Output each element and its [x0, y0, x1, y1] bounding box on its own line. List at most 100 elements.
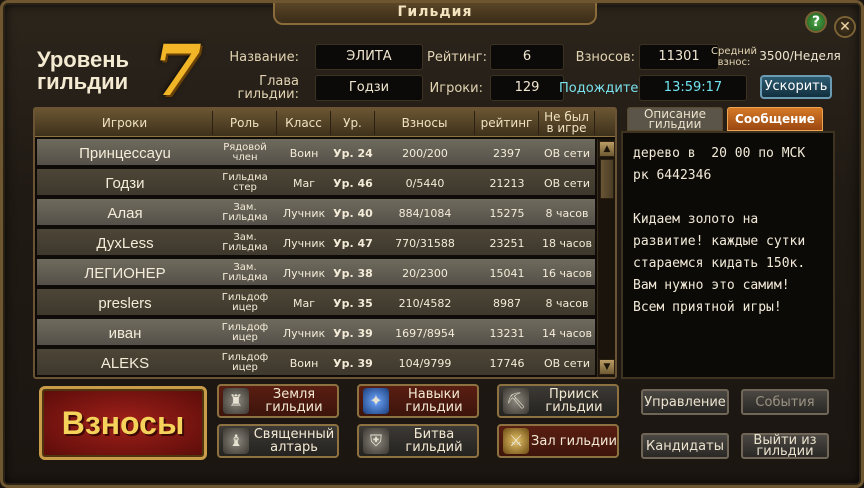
header-role[interactable]: Роль	[213, 111, 277, 135]
player-role: Рядовой член	[223, 142, 267, 163]
manage-button[interactable]: Управление	[641, 389, 729, 415]
rating-label: Рейтинг:	[427, 50, 488, 65]
candidates-button[interactable]: Кандидаты	[641, 433, 729, 459]
guild-window: Гильдия ? ✕ Уровень гильдии 7 Название: …	[0, 0, 864, 488]
message-panel: дерево в 20 00 по МСК рк 6442346 Кидаем …	[621, 131, 835, 379]
tab-message[interactable]: Сообщение	[727, 107, 823, 131]
statue-icon: ♝	[223, 428, 249, 454]
player-class: Лучник	[282, 266, 326, 280]
guild-hall-button[interactable]: ⚔ Зал гильдии	[497, 424, 619, 458]
player-contrib: 884/1084	[398, 206, 452, 220]
table-scrollbar[interactable]: ▲ ▼	[597, 139, 615, 377]
player-name: иван	[108, 324, 142, 342]
header-level[interactable]: Ур.	[331, 111, 375, 135]
player-name: ЛЕГИОНЕР	[84, 264, 166, 282]
table-row[interactable]: ALEKS Гильдоф ицер Воин Ур. 39 104/9799 …	[37, 349, 595, 377]
player-rating: 23251	[489, 236, 525, 250]
player-contrib: 20/2300	[402, 266, 448, 280]
player-class: Лучник	[282, 236, 326, 250]
wait-timer: 13:59:17	[639, 75, 747, 101]
guild-name-label: Название:	[229, 50, 299, 65]
player-contrib: 210/4582	[398, 296, 452, 310]
scroll-up-icon[interactable]: ▲	[599, 141, 615, 157]
player-rating: 2397	[493, 146, 521, 160]
guild-leader-value: Годзи	[315, 75, 423, 101]
shield-icon: ⛨	[363, 428, 389, 454]
header-class[interactable]: Класс	[277, 111, 331, 135]
wait-label: Подождите:	[559, 81, 643, 96]
help-button[interactable]: ?	[805, 11, 827, 33]
header-rating[interactable]: рейтинг	[475, 111, 539, 135]
player-rating: 15275	[489, 206, 525, 220]
player-level: Ур. 39	[333, 356, 373, 370]
close-button[interactable]: ✕	[834, 16, 856, 38]
guild-hall-label: Зал гильдии	[531, 433, 617, 449]
player-role: Гильдоф ицер	[221, 322, 269, 343]
player-level: Ур. 47	[333, 236, 373, 250]
player-contrib: 0/5440	[405, 176, 445, 190]
player-role: Зам. Гильдма	[222, 232, 268, 253]
guild-land-button[interactable]: ♜ Земля гильдии	[217, 384, 339, 418]
player-role: Зам. Гильдма	[222, 202, 268, 223]
header-last-seen[interactable]: Не был в игре	[539, 111, 595, 135]
player-contrib: 1697/8954	[395, 326, 455, 340]
player-rating: 21213	[489, 176, 525, 190]
tab-description[interactable]: Описание гильдии	[627, 107, 723, 131]
player-last-seen: 16 часов	[542, 266, 592, 280]
player-last-seen: 14 часов	[542, 326, 592, 340]
player-class: Лучник	[282, 326, 326, 340]
members-table: Игроки Роль Класс Ур. Взносы рейтинг Не …	[33, 107, 617, 379]
players-label: Игроки:	[429, 81, 483, 96]
window-title: Гильдия	[273, 3, 597, 25]
contribute-button[interactable]: Взносы	[39, 386, 207, 460]
player-last-seen: ОВ сети	[543, 146, 591, 160]
player-name: Алая	[107, 204, 143, 222]
guild-skills-button[interactable]: ✦ Навыки гильдии	[357, 384, 479, 418]
speedup-button[interactable]: Ускорить	[760, 75, 832, 99]
player-contrib: 200/200	[402, 146, 448, 160]
guild-leader-label: Глава гильдии:	[237, 74, 299, 102]
guild-land-label: Земля гильдии	[265, 387, 323, 415]
player-name: ALEKS	[100, 354, 150, 372]
table-row[interactable]: Годзи Гильдма стер Маг Ур. 46 0/5440 212…	[37, 169, 595, 197]
table-row[interactable]: Алая Зам. Гильдма Лучник Ур. 40 884/1084…	[37, 199, 595, 227]
scroll-down-icon[interactable]: ▼	[599, 359, 615, 375]
table-row[interactable]: иван Гильдоф ицер Лучник Ур. 39 1697/895…	[37, 319, 595, 347]
guild-battle-label: Битва гильдий	[405, 427, 463, 455]
player-role: Зам. Гильдма	[222, 262, 268, 283]
player-name: ДухLess	[96, 234, 154, 252]
cart-icon: ⛏	[503, 388, 529, 414]
guild-skills-label: Навыки гильдии	[405, 387, 463, 415]
player-level: Ур. 38	[333, 266, 373, 280]
table-row[interactable]: Принцессаyu Рядовой член Воин Ур. 24 200…	[37, 139, 595, 167]
header-players[interactable]: Игроки	[37, 111, 213, 135]
table-row[interactable]: preslers Гильдоф ицер Маг Ур. 35 210/458…	[37, 289, 595, 317]
guild-mine-label: Прииск гильдии	[545, 387, 603, 415]
table-row[interactable]: ЛЕГИОНЕР Зам. Гильдма Лучник Ур. 38 20/2…	[37, 259, 595, 287]
header-contrib[interactable]: Взносы	[375, 111, 475, 135]
player-rating: 8987	[493, 296, 521, 310]
leave-guild-button[interactable]: Выйти из гильдии	[741, 433, 829, 459]
guild-battle-button[interactable]: ⛨ Битва гильдий	[357, 424, 479, 458]
star-orb-icon: ✦	[363, 388, 389, 414]
guild-mine-button[interactable]: ⛏ Прииск гильдии	[497, 384, 619, 418]
guild-level-label: Уровень гильдии	[37, 47, 130, 94]
events-button[interactable]: События	[741, 389, 829, 415]
rating-value: 6	[490, 44, 564, 70]
sacred-altar-button[interactable]: ♝ Священный алтарь	[217, 424, 339, 458]
scroll-thumb[interactable]	[600, 159, 614, 199]
table-row[interactable]: ДухLess Зам. Гильдма Лучник Ур. 47 770/3…	[37, 229, 595, 257]
player-rating: 15041	[489, 266, 525, 280]
guild-level-number: 7	[153, 29, 202, 112]
player-last-seen: 8 часов	[545, 296, 589, 310]
player-name: preslers	[98, 294, 152, 312]
player-level: Ур. 46	[333, 176, 373, 190]
player-role: Гильдма стер	[222, 172, 268, 193]
guild-message: дерево в 20 00 по МСК рк 6442346 Кидаем …	[633, 146, 806, 315]
avg-contrib-value: 3500/Неделя	[759, 49, 841, 63]
player-class: Маг	[292, 296, 315, 310]
player-class: Лучник	[282, 206, 326, 220]
table-header: Игроки Роль Класс Ур. Взносы рейтинг Не …	[35, 109, 615, 137]
player-level: Ур. 39	[333, 326, 373, 340]
sacred-altar-label: Священный алтарь	[253, 427, 335, 455]
